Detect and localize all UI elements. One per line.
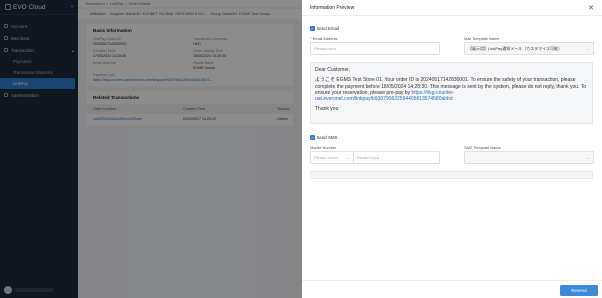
email-label: * Email Address	[310, 36, 338, 41]
drawer-footer: Resend	[302, 280, 602, 298]
message-preview: Dear Customer, ようこそ EGMS Test Store 01. …	[310, 62, 593, 124]
drawer-title: Information Preview	[310, 4, 355, 11]
check-icon: ✓	[310, 135, 315, 140]
modal-overlay[interactable]	[0, 0, 302, 298]
sms-template-select[interactable]: ⌄	[464, 151, 594, 164]
message-thanks: Thank you	[315, 106, 339, 113]
mail-template-label: Mail Template Name	[464, 36, 500, 41]
country-code-select[interactable]: Please select ⌄	[310, 151, 354, 164]
information-preview-drawer: Information Preview ✕ ✓ Send Email * Ema…	[302, 0, 602, 298]
drawer-header: Information Preview ✕	[302, 0, 602, 16]
message-greeting: Dear Customer,	[315, 67, 351, 73]
send-email-checkbox[interactable]: ✓ Send Email	[310, 26, 339, 31]
chevron-down-icon: ⌄	[586, 46, 590, 51]
mobile-label: Mobile Number	[310, 145, 337, 150]
check-icon: ✓	[310, 26, 315, 31]
email-field[interactable]: Please input	[310, 42, 440, 55]
chevron-down-icon: ⌄	[586, 155, 590, 160]
sms-template-label: SMS Template Name	[464, 145, 501, 150]
mobile-number-field[interactable]: Please input	[353, 151, 440, 164]
sms-preview	[310, 171, 593, 179]
message-body: ようこそ EGMS Test Store 01. Your order ID i…	[315, 77, 586, 103]
resend-button[interactable]: Resend	[560, 285, 598, 296]
mail-template-select[interactable]: 【展示用】LinkPay通知メール（カスタマイズ可能） ⌄	[464, 42, 594, 55]
chevron-down-icon: ⌄	[346, 155, 350, 160]
close-icon[interactable]: ✕	[588, 4, 594, 12]
send-sms-checkbox[interactable]: ✓ Send SMS	[310, 135, 338, 140]
